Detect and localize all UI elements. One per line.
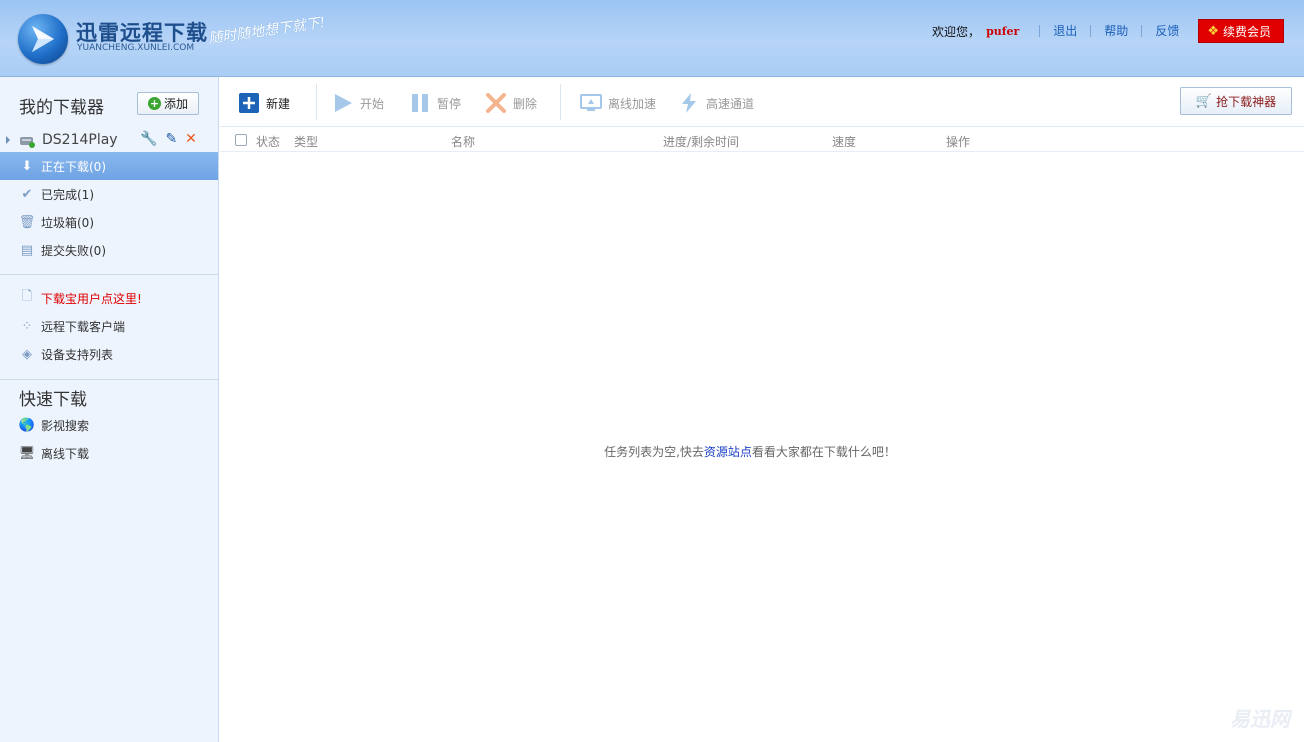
col-speed[interactable]: 速度 (832, 133, 856, 150)
download-bao-label: 下载宝用户点这里! (41, 291, 142, 306)
pause-label: 暂停 (437, 96, 462, 111)
quick-download-title: 快速下载 (19, 390, 87, 410)
slogan: 随时随地想下就下! (207, 14, 327, 48)
start-label: 开始 (360, 96, 385, 111)
video-search-label: 影视搜索 (41, 418, 90, 433)
sidebar-divider (0, 274, 218, 275)
high-speed-button[interactable]: 高速通道 (678, 90, 754, 116)
offline-accel-button[interactable]: 离线加速 (580, 90, 656, 116)
logo-subtitle: YUANCHENG.XUNLEI.COM (77, 43, 195, 53)
layers-icon: ◈ (22, 346, 32, 362)
play-icon (332, 92, 354, 114)
feedback-link[interactable]: 反馈 (1141, 25, 1192, 37)
offline-download-link[interactable]: 🖥 离线下载 (0, 439, 218, 467)
toolbar-divider (316, 84, 317, 120)
sidebar-divider (0, 379, 218, 380)
nas-device-icon (19, 134, 35, 148)
expand-caret-icon[interactable] (6, 135, 10, 144)
col-name[interactable]: 名称 (451, 133, 475, 150)
download-bao-link[interactable]: 🗋 下载宝用户点这里! (0, 284, 218, 312)
grab-downloader-button[interactable]: 🛒 抢下载神器 (1180, 87, 1292, 115)
logout-link[interactable]: 退出 (1039, 25, 1090, 37)
empty-prefix: 任务列表为空,快去 (604, 445, 704, 459)
vip-bird-icon: ❖ (1207, 23, 1219, 39)
xunlei-logo-icon[interactable] (18, 14, 68, 64)
remove-x-icon[interactable]: ✕ (185, 131, 197, 147)
help-link[interactable]: 帮助 (1090, 25, 1141, 37)
top-header: 迅雷远程下载 YUANCHENG.XUNLEI.COM 随时随地想下就下! 欢迎… (0, 0, 1304, 77)
grab-downloader-label: 抢下载神器 (1216, 94, 1277, 109)
nav-completed[interactable]: ✔ 已完成(1) (0, 180, 218, 208)
wrench-icon[interactable]: 🔧 (140, 131, 157, 147)
delete-x-icon (485, 92, 507, 114)
add-label: 添加 (163, 97, 188, 111)
empty-suffix: 看看大家都在下载什么吧！ (751, 445, 896, 459)
device-name: DS214Play (42, 131, 118, 148)
select-all-checkbox[interactable] (235, 134, 247, 146)
plus-square-icon (238, 92, 260, 114)
col-actions: 操作 (946, 135, 971, 149)
remote-client-label: 远程下载客户端 (41, 319, 126, 334)
video-search-link[interactable]: 🌎 影视搜索 (0, 411, 218, 439)
offline-download-label: 离线下载 (41, 446, 90, 461)
task-table-header: 状态 类型 名称 进度/剩余时间 速度 操作 (220, 127, 1304, 152)
nav-trash-label: 垃圾箱(0) (41, 215, 94, 230)
pause-icon (409, 92, 431, 114)
globe-icon: 🌎 (18, 417, 36, 433)
username: pufer (986, 24, 1020, 38)
col-type[interactable]: 类型 (294, 133, 318, 150)
add-downloader-button[interactable]: + 添加 (137, 92, 199, 115)
offline-monitor-icon: 🖥 (18, 445, 36, 461)
renew-vip-button[interactable]: ❖ 续费会员 (1198, 19, 1284, 43)
col-status[interactable]: 状态 (256, 133, 280, 150)
toolbar: 新建 开始 暂停 删除 离线加速 高速通道 🛒 抢下载神器 (220, 77, 1304, 127)
plus-circle-icon: + (147, 97, 161, 110)
nav-failed[interactable]: ▤ 提交失败(0) (0, 236, 218, 264)
download-arrow-icon: ⬇ (21, 158, 33, 174)
resource-site-link[interactable]: 资源站点 (704, 445, 752, 459)
nav-completed-label: 已完成(1) (41, 187, 94, 202)
checkmark-icon: ✔ (21, 186, 33, 202)
offline-accel-monitor-icon (580, 92, 602, 114)
pause-button[interactable]: 暂停 (409, 90, 461, 116)
offline-accel-label: 离线加速 (608, 96, 657, 111)
welcome-text: 欢迎您， (932, 24, 981, 39)
user-bar: 欢迎您， pufer 退出 帮助 反馈 ❖ 续费会员 (932, 19, 1284, 43)
device-actions: 🔧 ✎ ✕ (140, 131, 197, 147)
document-icon: 🗋 (21, 289, 33, 304)
lightning-icon (678, 92, 700, 114)
device-row[interactable]: DS214Play 🔧 ✎ ✕ (0, 127, 218, 152)
toolbar-divider (560, 84, 561, 120)
renew-vip-label: 续费会员 (1222, 24, 1271, 39)
delete-label: 删除 (513, 96, 538, 111)
high-speed-label: 高速通道 (706, 96, 755, 111)
failed-doc-icon: ▤ (20, 242, 34, 258)
shopping-cart-icon: 🛒 (1195, 93, 1213, 109)
my-downloaders-title: 我的下载器 (19, 98, 104, 118)
empty-task-message: 任务列表为空,快去资源站点看看大家都在下载什么吧！ (220, 443, 1280, 460)
nav-trash[interactable]: 🗑 垃圾箱(0) (0, 208, 218, 236)
delete-button[interactable]: 删除 (485, 90, 537, 116)
apps-grid-icon: ⁘ (21, 318, 33, 334)
remote-client-link[interactable]: ⁘ 远程下载客户端 (0, 312, 218, 340)
device-support-link[interactable]: ◈ 设备支持列表 (0, 340, 218, 368)
start-button[interactable]: 开始 (332, 90, 384, 116)
nav-downloading-label: 正在下载(0) (41, 159, 106, 174)
watermark: 易迅网 (1230, 707, 1290, 731)
device-support-label: 设备支持列表 (41, 347, 114, 362)
nav-failed-label: 提交失败(0) (41, 243, 106, 258)
new-task-button[interactable]: 新建 (238, 90, 290, 116)
sidebar: 我的下载器 + 添加 DS214Play 🔧 ✎ ✕ ⬇ 正在下载(0) ✔ 已… (0, 77, 219, 742)
edit-pencil-icon[interactable]: ✎ (165, 131, 177, 147)
nav-downloading[interactable]: ⬇ 正在下载(0) (0, 152, 218, 180)
col-progress[interactable]: 进度/剩余时间 (663, 133, 739, 150)
new-task-label: 新建 (266, 96, 291, 111)
trash-can-icon: 🗑 (18, 214, 36, 230)
